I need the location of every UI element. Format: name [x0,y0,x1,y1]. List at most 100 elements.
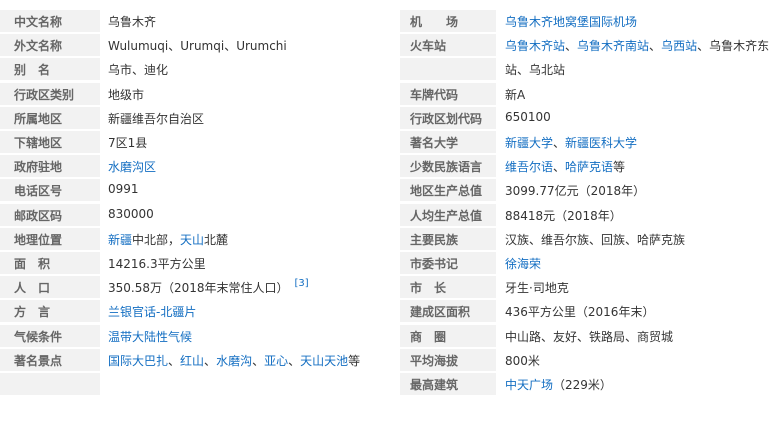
info-row: 政府驻地 水磨沟区 少数民族语言 维吾尔语、哈萨克语等 [0,155,784,178]
right-label-cell: 建成区面积 [400,300,496,323]
field-label: 所属地区 [14,111,63,126]
right-label-cell: 地区生产总值 [400,179,496,202]
value-text: 800米 [505,353,540,368]
info-row: 外文名称 Wulumuqi、Urumqi、Urumchi 火车站 乌鲁木齐站、乌鲁木齐… [0,34,784,57]
value-text: 88418元（2018年） [505,208,622,223]
left-label-cell: 行政区类别 [0,82,100,105]
left-label-cell: 著名景点 [0,348,100,371]
field-value: 维吾尔语、哈萨克语等 [505,158,625,175]
field-label: 地理位置 [14,232,63,247]
left-label-cell: 电话区号 [0,179,100,202]
field-label: 人 口 [14,281,51,296]
left-label-cell: 人 口 [0,276,100,299]
field-value: 88418元（2018年） [505,207,622,224]
value-text: 3099.77亿元（2018年） [505,184,646,199]
value-text: （229米） [553,378,612,392]
field-value: 水磨沟区 [108,158,156,175]
field-value: 新疆维吾尔自治区 [108,110,204,127]
field-value: Wulumuqi、Urumqi、Urumchi [108,37,287,54]
entity-link[interactable]: 乌西站 [661,39,697,53]
info-row: 所属地区 新疆维吾尔自治区 行政区划代码 650100 [0,106,784,129]
entity-link[interactable]: 新疆医科大学 [565,136,637,150]
value-text: 650100 [505,109,551,124]
field-label: 少数民族语言 [410,160,483,175]
value-text: 中山路、友好、铁路局、商贸城 [505,329,674,344]
entity-link[interactable]: 乌鲁木齐南站 [577,39,649,53]
field-label: 政府驻地 [14,160,63,175]
field-label: 电话区号 [14,184,63,199]
left-label-cell: 所属地区 [0,106,100,129]
field-value: 站、乌北站 [505,61,565,78]
info-row: 最高建筑 中天广场（229米） [0,373,784,395]
right-label-cell: 商 圈 [400,324,496,347]
entity-link[interactable]: 温带大陆性气候 [108,330,192,344]
value-text: 中北部， [132,232,181,247]
info-row: 别 名 乌市、迪化 站、乌北站 [0,58,784,81]
entity-link[interactable]: 徐海荣 [505,257,541,271]
field-value: 国际大巴扎、红山、水磨沟、亚心、天山天池等 [108,352,360,369]
value-text: 乌鲁木齐 [108,15,157,29]
right-label-cell: 市 长 [400,276,496,299]
value-text: 、 [649,39,662,54]
right-label-cell: 平均海拔 [400,348,496,371]
field-value: 乌鲁木齐 [108,13,156,30]
entity-link[interactable]: 亚心 [264,354,288,368]
field-label: 机 场 [410,15,459,29]
field-label: 行政区划代码 [410,111,483,126]
right-label-cell: 最高建筑 [400,373,496,395]
field-value: 14216.3平方公里 [108,255,206,272]
field-label: 车牌代码 [410,87,459,102]
field-label: 外文名称 [14,39,63,54]
reference-link[interactable]: [3] [295,278,309,289]
field-label: 最高建筑 [410,378,459,392]
entity-link[interactable]: 哈萨克语 [565,160,613,174]
value-text: 等 [613,160,626,175]
field-value: 汉族、维吾尔族、回族、哈萨克族 [505,231,685,248]
entity-link[interactable]: 新疆 [108,233,132,247]
field-label: 市 长 [410,281,447,296]
entity-link[interactable]: 天山 [180,233,204,247]
right-label-cell: 少数民族语言 [400,155,496,178]
field-label: 别 名 [14,63,51,78]
left-label-cell: 地理位置 [0,227,100,250]
value-text: 436平方公里（2016年末） [505,305,655,320]
field-label: 人均生产总值 [410,208,483,223]
entity-link[interactable]: 乌鲁木齐站 [505,39,565,53]
field-label: 建成区面积 [410,305,471,320]
left-label-cell: 下辖地区 [0,131,100,153]
entity-link[interactable]: 水磨沟区 [108,160,156,174]
value-text: 、 [252,353,265,368]
value-text: 、 [288,353,301,368]
entity-link[interactable]: 维吾尔语 [505,160,553,174]
field-label: 著名大学 [410,136,459,150]
value-text: 、 [168,353,181,368]
info-row: 邮政区码 830000 人均生产总值 88418元（2018年） [0,203,784,226]
left-label-cell: 气候条件 [0,324,100,347]
value-text: 、 [204,353,217,368]
field-label: 方 言 [14,305,51,320]
entity-link[interactable]: 新疆大学 [505,136,553,150]
field-value: 436平方公里（2016年末） [505,303,654,320]
field-value: 0991 [108,182,139,196]
entity-link[interactable]: 红山 [180,354,204,368]
value-text: 、 [565,39,578,54]
field-value: 830000 [108,207,154,221]
field-label: 地区生产总值 [410,184,483,199]
right-label-cell: 机 场 [400,10,496,32]
right-label-cell: 市委书记 [400,252,496,274]
left-label-cell [0,373,100,395]
right-label-cell: 人均生产总值 [400,203,496,226]
entity-link[interactable]: 兰银官话-北疆片 [108,305,196,319]
entity-link[interactable]: 天山天池 [300,354,348,368]
field-value: 乌市、迪化 [108,61,168,78]
field-value: 350.58万（2018年末常住人口） [3] [108,278,309,296]
field-value: 牙生·司地克 [505,279,569,296]
entity-link[interactable]: 乌鲁木齐地窝堡国际机场 [505,15,637,29]
value-text: 0991 [108,182,139,197]
info-row: 地理位置 新疆中北部，天山北麓 主要民族 汉族、维吾尔族、回族、哈萨克族 [0,227,784,250]
entity-link[interactable]: 国际大巴扎 [108,354,168,368]
entity-link[interactable]: 水磨沟 [216,354,252,368]
field-label: 主要民族 [410,232,459,247]
field-value: 中山路、友好、铁路局、商贸城 [505,328,673,345]
entity-link[interactable]: 中天广场 [505,378,553,392]
